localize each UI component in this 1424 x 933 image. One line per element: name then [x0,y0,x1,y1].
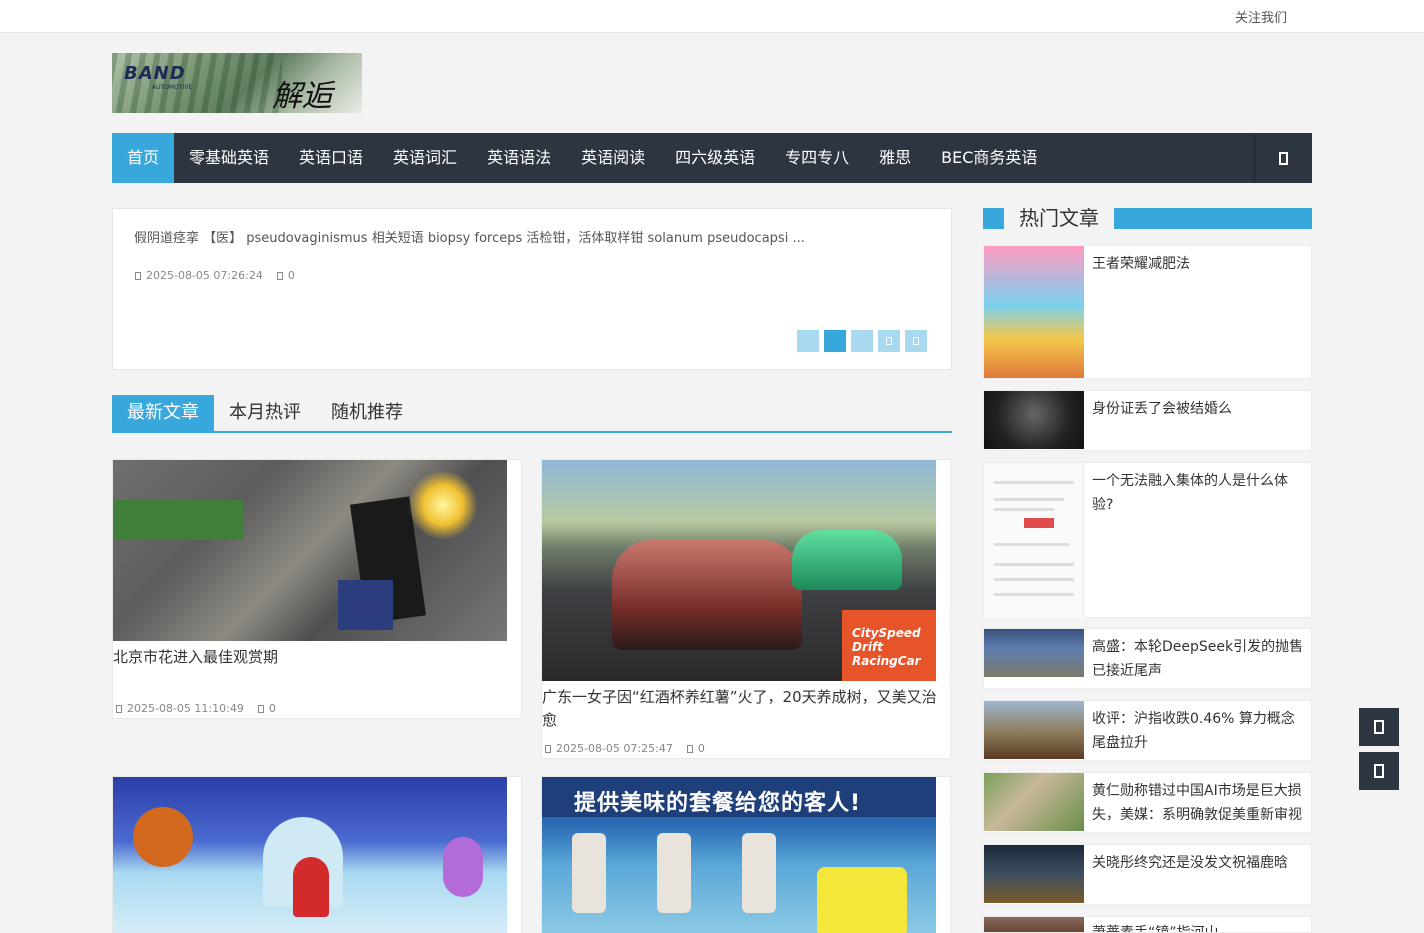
comment-icon [276,272,283,280]
tab-random[interactable]: 随机推荐 [316,395,418,431]
hot-article-title[interactable]: 高盛：本轮DeepSeek引发的抛售已接近尾声 [1092,635,1307,683]
back-to-top-icon [1374,720,1384,734]
hot-article-thumbnail[interactable] [984,917,1084,932]
hot-article-title[interactable]: 身份证丢了会被结婚么 [1092,397,1307,421]
article-title[interactable]: 北京市花进入最佳观赏期 [113,646,513,669]
follow-us-link[interactable]: 关注我们 [1235,7,1287,26]
hot-article-thumbnail[interactable] [984,463,1084,618]
nav-item-beginner-english[interactable]: 零基础英语 [174,133,284,183]
hot-article-title[interactable]: 收评：沪指收跌0.46% 算力概念尾盘拉升 [1092,707,1307,755]
clock-icon [545,745,551,753]
main-nav: 首页 零基础英语 英语口语 英语词汇 英语语法 英语阅读 四六级英语 专四专八 … [112,133,1312,183]
nav-item-tem[interactable]: 专四专八 [770,133,864,183]
logo-signature: 解逅 [272,79,332,113]
search-icon [1279,151,1288,165]
back-to-top-button[interactable] [1359,708,1399,746]
logo-brand-sub: AUTOMOTIVE [152,84,193,91]
hot-article-thumbnail[interactable] [984,246,1084,378]
article-thumbnail[interactable]: CitySpeed Drift RacingCar [542,460,936,681]
hot-article-thumbnail[interactable] [984,701,1084,759]
hot-articles-title: 热门文章 [1019,206,1099,230]
slider-dot-active[interactable] [824,330,846,352]
slider-meta: 2025-08-05 07:26:24 0 [135,269,295,282]
hot-article-item[interactable]: 关晓彤终究还是没发文祝福鹿晗 [983,844,1312,905]
slider-comments: 0 [287,269,295,282]
article-comments: 0 [268,702,276,715]
nav-item-cet[interactable]: 四六级英语 [660,133,770,183]
hot-article-title[interactable]: 黄仁勋称错过中国AI市场是巨大损失，美媒：系明确敦促美重新审视 [1092,779,1307,827]
site-logo[interactable]: BAND AUTOMOTIVE 解逅 [112,53,362,113]
article-comments: 0 [697,742,705,755]
slider-dot[interactable] [851,330,873,352]
hot-article-item[interactable]: 收评：沪指收跌0.46% 算力概念尾盘拉升 [983,700,1312,761]
slider-dots [797,330,927,352]
hot-article-item[interactable]: 高盛：本轮DeepSeek引发的抛售已接近尾声 [983,628,1312,689]
hot-article-thumbnail[interactable] [984,391,1084,449]
nav-item-spoken-english[interactable]: 英语口语 [284,133,378,183]
article-thumbnail[interactable] [113,460,507,641]
article-thumbnail[interactable] [113,777,507,933]
hot-article-title[interactable]: 萧蔷素手“镜”指河山 [1092,921,1307,932]
prev-icon [886,337,892,345]
nav-item-grammar[interactable]: 英语语法 [472,133,566,183]
slider-text[interactable]: 假阴道痉挛 【医】 pseudovaginismus 相关短语 biopsy f… [134,227,805,246]
article-meta: 2025-08-05 11:10:49 0 [116,702,276,715]
article-thumbnail[interactable]: 提供美味的套餐给您的客人! [542,777,936,933]
logo-brand: BAND [124,63,186,84]
hot-article-item[interactable]: 黄仁勋称错过中国AI市场是巨大损失，美媒：系明确敦促美重新审视 [983,772,1312,833]
clock-icon [116,705,122,713]
article-title[interactable]: 广东一女子因“红酒杯养红薯”火了，20天养成树，又美又治愈 [542,686,947,732]
header-square [983,208,1004,229]
nav-item-home[interactable]: 首页 [112,133,175,183]
top-bar: 关注我们 [0,0,1424,33]
slider-prev-button[interactable] [878,330,900,352]
tab-monthly-hot[interactable]: 本月热评 [214,395,316,431]
qr-code-button[interactable] [1359,752,1399,790]
clock-icon [135,272,141,280]
thumbnail-banner-text: 提供美味的套餐给您的客人! [574,791,862,816]
hot-article-thumbnail[interactable] [984,773,1084,831]
hot-article-item[interactable]: 一个无法融入集体的人是什么体验? [983,462,1312,618]
header-bar [1114,208,1312,229]
article-date: 2025-08-05 11:10:49 [127,702,244,715]
article-card: 北京市花进入最佳观赏期 2025-08-05 11:10:49 0 [112,459,522,719]
nav-item-vocabulary[interactable]: 英语词汇 [378,133,472,183]
slider-next-button[interactable] [905,330,927,352]
qr-icon [1374,764,1384,778]
game-logo-text: CitySpeed Drift RacingCar [852,626,921,668]
hot-article-item[interactable]: 王者荣耀减肥法 [983,245,1312,379]
hot-article-title[interactable]: 关晓彤终究还是没发文祝福鹿晗 [1092,851,1307,875]
slider-date: 2025-08-05 07:26:24 [146,269,263,282]
tab-latest[interactable]: 最新文章 [112,395,214,431]
slider-dot[interactable] [797,330,819,352]
hot-article-title[interactable]: 王者荣耀减肥法 [1092,252,1307,276]
nav-search-button[interactable] [1254,133,1312,183]
comment-icon [686,745,693,753]
nav-item-bec[interactable]: BEC商务英语 [926,133,1052,183]
hot-article-thumbnail[interactable] [984,629,1084,677]
article-meta: 2025-08-05 07:25:47 0 [545,742,705,755]
article-card: CitySpeed Drift RacingCar 广东一女子因“红酒杯养红薯”火了… [541,459,951,759]
comment-icon [257,705,264,713]
article-tabs: 最新文章 本月热评 随机推荐 [112,395,952,433]
hot-articles-header: 热门文章 [983,206,1312,230]
hot-article-item[interactable]: 萧蔷素手“镜”指河山 [983,916,1312,933]
hot-article-item[interactable]: 身份证丢了会被结婚么 [983,390,1312,451]
article-date: 2025-08-05 07:25:47 [556,742,673,755]
featured-slider: 假阴道痉挛 【医】 pseudovaginismus 相关短语 biopsy f… [112,208,952,370]
nav-item-reading[interactable]: 英语阅读 [566,133,660,183]
nav-item-ielts[interactable]: 雅思 [864,133,926,183]
next-icon [913,337,919,345]
article-card [112,776,522,933]
article-card: 提供美味的套餐给您的客人! [541,776,951,933]
hot-article-title[interactable]: 一个无法融入集体的人是什么体验? [1092,469,1307,517]
hot-article-thumbnail[interactable] [984,845,1084,903]
